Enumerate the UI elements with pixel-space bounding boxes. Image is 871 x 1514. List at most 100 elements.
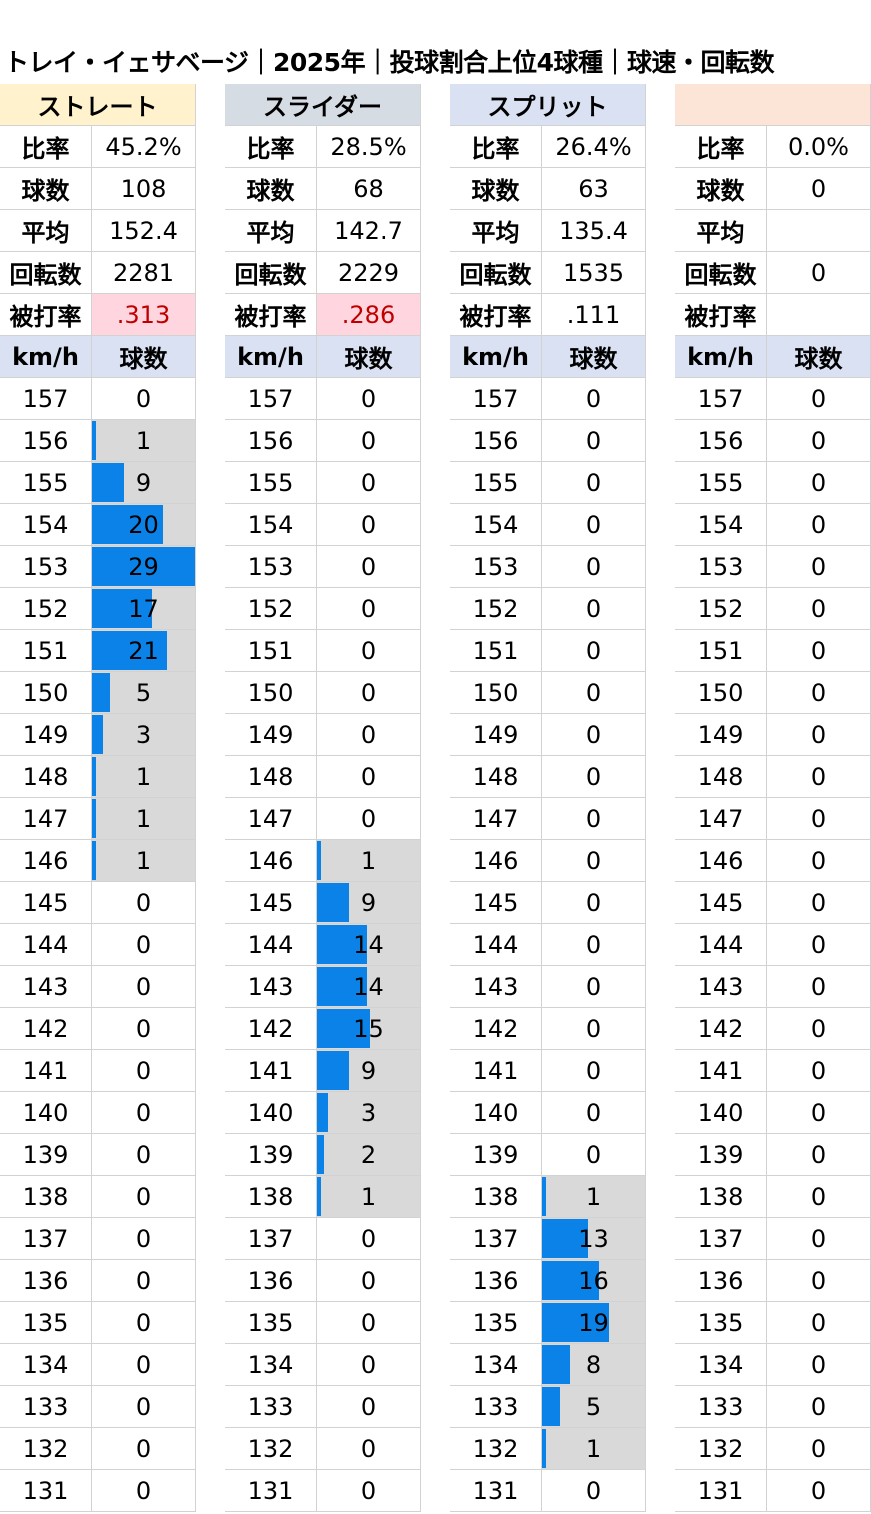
stat-value: .313	[92, 294, 196, 336]
speed-cell: 144	[0, 924, 92, 966]
speed-cell-text: 131	[697, 1476, 744, 1505]
count-cell: 0	[542, 882, 646, 924]
stat-value: 1535	[542, 252, 646, 294]
speed-cell: 132	[225, 1428, 317, 1470]
count-cell-text: 0	[585, 720, 602, 749]
stat-value: .111	[542, 294, 646, 336]
speed-column-header-text: km/h	[237, 342, 304, 371]
speed-cell: 139	[675, 1134, 767, 1176]
count-cell-text: 0	[810, 636, 827, 665]
speed-cell: 134	[675, 1344, 767, 1386]
count-cell: 0	[92, 966, 196, 1008]
speed-cell: 151	[450, 630, 542, 672]
stat-label: 平均	[0, 210, 92, 252]
count-cell: 19	[542, 1302, 646, 1344]
count-cell: 0	[317, 1428, 421, 1470]
count-cell: 0	[317, 798, 421, 840]
count-cell: 0	[767, 1050, 871, 1092]
count-cell: 1	[542, 1428, 646, 1470]
count-cell: 0	[767, 1218, 871, 1260]
speed-cell-text: 149	[472, 720, 519, 749]
count-cell: 0	[767, 378, 871, 420]
speed-column-header-text: km/h	[12, 342, 79, 371]
count-cell-text: 0	[135, 888, 152, 917]
count-bar	[92, 715, 103, 754]
stat-label-text: 比率	[471, 135, 520, 163]
count-cell-text: 0	[810, 426, 827, 455]
count-cell-text: 17	[128, 594, 159, 623]
speed-cell: 146	[675, 840, 767, 882]
speed-cell: 150	[675, 672, 767, 714]
stat-label: 回転数	[450, 252, 542, 294]
stat-label: 被打率	[450, 294, 542, 336]
stat-value: 68	[317, 168, 421, 210]
speed-cell: 131	[450, 1470, 542, 1512]
speed-cell: 148	[450, 756, 542, 798]
speed-cell-text: 141	[22, 1056, 69, 1085]
speed-cell: 153	[450, 546, 542, 588]
speed-cell: 155	[225, 462, 317, 504]
stat-label-text: 回転数	[234, 261, 307, 289]
count-column-header: 球数	[317, 336, 421, 378]
count-cell-text: 0	[135, 1476, 152, 1505]
speed-cell: 147	[0, 798, 92, 840]
speed-column-header: km/h	[225, 336, 317, 378]
count-bar	[317, 1093, 328, 1132]
count-cell: 0	[92, 1344, 196, 1386]
speed-cell: 152	[675, 588, 767, 630]
speed-cell: 155	[0, 462, 92, 504]
count-cell: 0	[767, 1092, 871, 1134]
count-cell-text: 0	[135, 972, 152, 1001]
count-cell: 0	[542, 546, 646, 588]
speed-cell: 147	[675, 798, 767, 840]
speed-cell-text: 148	[472, 762, 519, 791]
count-cell-text: 0	[360, 804, 377, 833]
count-cell: 0	[542, 1050, 646, 1092]
count-cell-text: 1	[135, 426, 152, 455]
count-cell: 0	[92, 378, 196, 420]
speed-cell: 141	[675, 1050, 767, 1092]
count-cell-text: 0	[810, 1476, 827, 1505]
count-cell-text: 3	[135, 720, 152, 749]
count-cell-text: 1	[360, 1182, 377, 1211]
pitch-name-header: スプリット	[450, 84, 646, 126]
count-cell-text: 0	[585, 510, 602, 539]
speed-cell-text: 136	[247, 1266, 294, 1295]
stat-label: 比率	[675, 126, 767, 168]
speed-cell-text: 147	[697, 804, 744, 833]
count-cell: 0	[542, 420, 646, 462]
count-cell: 1	[317, 840, 421, 882]
count-cell: 0	[542, 924, 646, 966]
count-bar	[317, 841, 321, 880]
stat-value-text: 142.7	[334, 216, 403, 245]
count-cell: 1	[92, 420, 196, 462]
count-cell-text: 15	[353, 1014, 384, 1043]
speed-cell: 157	[0, 378, 92, 420]
count-cell: 0	[92, 1134, 196, 1176]
count-cell-text: 0	[585, 384, 602, 413]
speed-cell-text: 139	[247, 1140, 294, 1169]
speed-cell-text: 150	[697, 678, 744, 707]
stat-value-text: 26.4%	[555, 132, 632, 161]
speed-cell-text: 137	[472, 1224, 519, 1253]
stat-value: 0	[767, 168, 871, 210]
speed-cell-text: 155	[697, 468, 744, 497]
speed-column-header: km/h	[675, 336, 767, 378]
count-cell: 9	[317, 882, 421, 924]
speed-cell-text: 135	[472, 1308, 519, 1337]
pitch-name-header: スライダー	[225, 84, 421, 126]
speed-cell: 145	[225, 882, 317, 924]
speed-cell: 133	[675, 1386, 767, 1428]
speed-cell: 140	[225, 1092, 317, 1134]
stat-value: 0.0%	[767, 126, 871, 168]
count-cell-text: 0	[135, 1308, 152, 1337]
count-cell-text: 0	[360, 636, 377, 665]
stat-value-text: 2281	[112, 258, 175, 287]
count-cell: 0	[542, 840, 646, 882]
count-cell-text: 5	[585, 1392, 602, 1421]
speed-cell-text: 144	[247, 930, 294, 959]
count-cell: 0	[542, 798, 646, 840]
speed-cell: 157	[675, 378, 767, 420]
speed-cell-text: 131	[472, 1476, 519, 1505]
count-cell: 0	[767, 798, 871, 840]
